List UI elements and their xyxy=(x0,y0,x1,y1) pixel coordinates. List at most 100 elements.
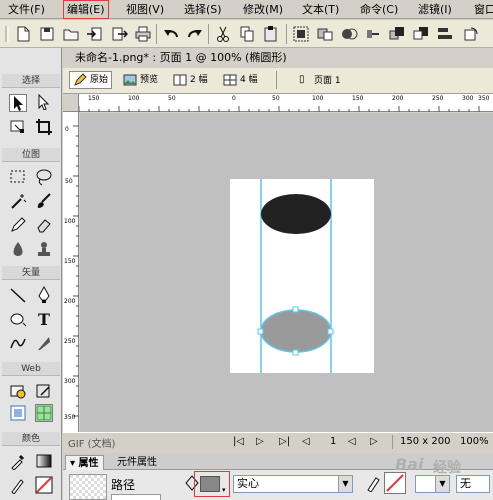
menu-text[interactable]: 文本(T) xyxy=(300,2,341,17)
menu-edit[interactable]: 编辑(E) xyxy=(63,0,109,19)
bottom-ellipse-selected[interactable] xyxy=(260,309,332,353)
tab-properties[interactable]: ▾ 属性 xyxy=(65,455,104,470)
redo-icon[interactable] xyxy=(186,25,204,43)
undo-icon[interactable] xyxy=(162,25,180,43)
view-4up-button[interactable]: 4 幅 xyxy=(219,71,262,89)
collapse-arrow-icon: ▾ xyxy=(70,458,79,469)
next-frame-icon[interactable]: ◁ xyxy=(302,435,310,449)
hide-slices-icon[interactable] xyxy=(9,404,27,422)
toolbar-separator xyxy=(156,24,157,44)
vruler-label: 200 xyxy=(64,298,76,305)
ellipse-tool-icon[interactable] xyxy=(9,310,27,328)
view-preview-button[interactable]: 预览 xyxy=(119,71,162,89)
menu-modify[interactable]: 修改(M) xyxy=(241,2,285,17)
tab-symbol-properties[interactable]: 元件属性 xyxy=(113,455,161,470)
vertical-ruler[interactable]: 0 50 100 150 200 250 300 350 xyxy=(63,112,79,432)
brush-tool-icon[interactable] xyxy=(35,192,53,210)
document-canvas[interactable] xyxy=(230,179,374,373)
svg-text:T: T xyxy=(38,310,50,328)
join-icon[interactable] xyxy=(340,25,358,43)
bring-front-icon[interactable] xyxy=(388,25,406,43)
step-forward-icon[interactable]: ▷ xyxy=(370,435,378,449)
subselection-tool-icon[interactable] xyxy=(35,93,53,112)
stroke-color-icon[interactable] xyxy=(9,476,27,495)
group-icon[interactable] xyxy=(292,25,310,43)
export-icon[interactable] xyxy=(110,25,129,43)
stroke-color-swatch[interactable] xyxy=(35,476,53,494)
scale-tool-icon[interactable] xyxy=(9,118,27,136)
toolbar-separator xyxy=(208,24,209,44)
paste-icon[interactable] xyxy=(262,25,280,43)
menu-bar: 文件(F) 编辑(E) 视图(V) 选择(S) 修改(M) 文本(T) 命令(C… xyxy=(0,0,493,19)
menu-filters[interactable]: 滤镜(I) xyxy=(416,2,454,17)
rotate-icon[interactable] xyxy=(462,25,480,43)
stroke-none-field[interactable]: 无 xyxy=(456,475,490,493)
new-document-icon[interactable] xyxy=(14,25,32,43)
page-selector[interactable]: 页面 1 xyxy=(314,73,341,86)
lasso-tool-icon[interactable] xyxy=(35,168,53,186)
magic-wand-icon[interactable] xyxy=(9,192,27,210)
hruler-label: 50 xyxy=(168,95,176,102)
view-2up-button[interactable]: 2 幅 xyxy=(169,71,212,89)
knife-tool-icon[interactable] xyxy=(35,334,53,352)
vruler-label: 50 xyxy=(65,178,73,185)
fill-color-box[interactable]: ▾ xyxy=(194,471,230,497)
menu-window[interactable]: 窗口 xyxy=(472,2,493,17)
align-icon[interactable] xyxy=(436,25,454,43)
pencil-icon xyxy=(74,73,87,86)
zoom-level[interactable]: 100% xyxy=(460,435,489,449)
stroke-type-select[interactable]: ▼ xyxy=(415,475,450,493)
pencil-tool-icon[interactable] xyxy=(9,216,27,234)
vruler-label: 300 xyxy=(64,378,76,385)
rubber-stamp-icon[interactable] xyxy=(35,240,53,258)
copy-icon[interactable] xyxy=(238,25,256,43)
eraser-tool-icon[interactable] xyxy=(35,216,53,234)
hruler-label: 350 xyxy=(478,95,490,102)
blur-tool-icon[interactable] xyxy=(9,240,27,258)
selection-handle[interactable] xyxy=(292,349,299,356)
last-frame-icon[interactable]: ▷| xyxy=(279,435,290,449)
pen-tool-icon[interactable] xyxy=(35,285,53,304)
selection-handle[interactable] xyxy=(257,328,264,335)
view-original-button[interactable]: 原始 xyxy=(69,71,113,89)
save-icon[interactable] xyxy=(38,25,56,43)
cut-icon[interactable] xyxy=(214,25,232,43)
pointer-tool-icon[interactable] xyxy=(9,94,27,112)
fill-type-select[interactable]: 实心 ▼ xyxy=(233,475,353,493)
first-frame-icon[interactable]: |◁ xyxy=(233,435,244,449)
toolbar-separator xyxy=(286,24,287,44)
crop-tool-icon[interactable] xyxy=(35,118,53,136)
send-back-icon[interactable] xyxy=(412,25,430,43)
step-back-icon[interactable]: ◁ xyxy=(348,435,356,449)
line-tool-icon[interactable] xyxy=(9,286,27,304)
vruler-label: 250 xyxy=(64,338,76,345)
slice-tool-icon[interactable] xyxy=(35,382,53,400)
split-icon[interactable] xyxy=(364,25,382,43)
ungroup-icon[interactable] xyxy=(316,25,334,43)
marquee-tool-icon[interactable] xyxy=(9,168,27,186)
menu-file[interactable]: 文件(F) xyxy=(6,2,47,17)
import-icon[interactable] xyxy=(86,25,104,43)
menu-commands[interactable]: 命令(C) xyxy=(358,2,400,17)
horizontal-ruler[interactable]: 150 100 50 0 50 100 150 200 250 300 350 xyxy=(79,94,493,112)
open-folder-icon[interactable] xyxy=(62,25,80,43)
hruler-label: 250 xyxy=(432,95,444,102)
play-icon[interactable]: ▷ xyxy=(256,435,264,449)
paint-bucket-icon[interactable] xyxy=(35,452,53,470)
eyedropper-tool-icon[interactable] xyxy=(9,452,27,471)
menu-select[interactable]: 选择(S) xyxy=(182,2,224,17)
object-name-field[interactable] xyxy=(111,494,161,500)
menu-view[interactable]: 视图(V) xyxy=(124,2,166,17)
document-tab[interactable]: 未命名-1.png* : 页面 1 @ 100% (椭圆形) xyxy=(75,50,287,66)
selection-handle[interactable] xyxy=(292,306,299,313)
document-format-label: GIF (文档) xyxy=(68,439,116,450)
top-ellipse[interactable] xyxy=(261,194,331,234)
hotspot-tool-icon[interactable] xyxy=(9,382,27,400)
fill-color-preview xyxy=(200,476,220,492)
selection-handle[interactable] xyxy=(327,328,334,335)
show-slices-icon[interactable] xyxy=(35,404,53,422)
text-tool-icon[interactable]: T xyxy=(35,310,53,329)
print-icon[interactable] xyxy=(134,25,152,43)
stroke-color-box[interactable] xyxy=(384,472,406,494)
freeform-tool-icon[interactable] xyxy=(9,334,27,352)
